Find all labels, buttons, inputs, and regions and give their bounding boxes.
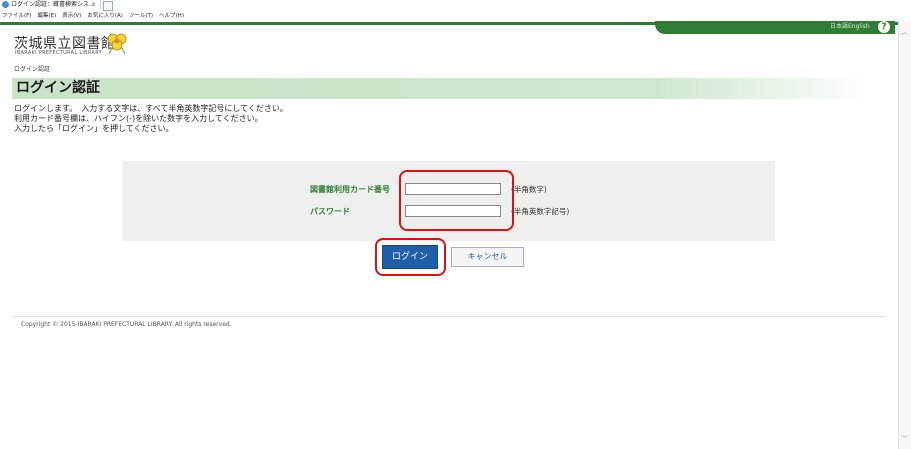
card-number-note: (半角数字) — [511, 185, 547, 194]
cancel-button[interactable]: キャンセル — [451, 247, 524, 267]
scroll-down-icon[interactable]: ﹀ — [901, 434, 908, 444]
header-utility-bar: 日本語 English — [655, 21, 895, 34]
title-band — [12, 78, 874, 99]
library-mascot-icon — [107, 33, 127, 55]
lang-link-japanese[interactable]: 日本語 — [830, 22, 848, 32]
copyright-text: Copyright © 2015-IBARAKI PREFECTURAL LIB… — [21, 321, 232, 328]
browser-tab[interactable]: ログイン認証：蔵書検索シス... × — [0, 0, 101, 10]
help-icon[interactable]: ? — [878, 21, 890, 33]
ie-logo-icon — [2, 1, 9, 8]
menu-tools[interactable]: ツール(T) — [129, 13, 153, 19]
scroll-up-icon[interactable]: ︿ — [901, 27, 908, 37]
intro-line-3: 入力したら「ログイン」を押してください。 — [14, 124, 174, 133]
menu-file[interactable]: ファイル(F) — [2, 13, 31, 19]
login-highlight-frame — [375, 238, 446, 276]
menu-help[interactable]: ヘルプ(H) — [159, 13, 184, 19]
password-label: パスワード — [310, 207, 350, 216]
lang-link-english[interactable]: English — [848, 22, 870, 32]
new-tab-icon[interactable] — [103, 1, 113, 11]
browser-tab-title: ログイン認証：蔵書検索シス... — [11, 1, 95, 8]
intro-line-1: ログインします。 入力する文字は、すべて半角英数字記号にしてください。 — [14, 104, 288, 113]
site-logo-subtitle: IBARAKI PREFECTURAL LIBRARY — [15, 50, 103, 56]
footer-divider — [12, 316, 886, 317]
tab-close-icon[interactable]: × — [91, 0, 96, 10]
vertical-scrollbar[interactable] — [898, 21, 911, 449]
breadcrumb: ログイン認証 — [14, 66, 51, 73]
menu-view[interactable]: 表示(V) — [62, 13, 81, 19]
input-highlight-frame — [399, 170, 514, 231]
card-number-label: 図書館利用カード番号 — [310, 185, 390, 194]
browser-menu-bar: ファイル(F) 編集(E) 表示(V) お気に入り(A) ツール(T) ヘルプ(H) — [0, 11, 911, 21]
menu-favorites[interactable]: お気に入り(A) — [87, 13, 123, 19]
menu-edit[interactable]: 編集(E) — [37, 13, 56, 19]
password-note: (半角英数字記号) — [511, 207, 570, 216]
intro-line-2: 利用カード番号欄は、ハイフン(-)を除いた数字を入力してください。 — [14, 114, 263, 123]
page-title: ログイン認証 — [16, 80, 100, 96]
